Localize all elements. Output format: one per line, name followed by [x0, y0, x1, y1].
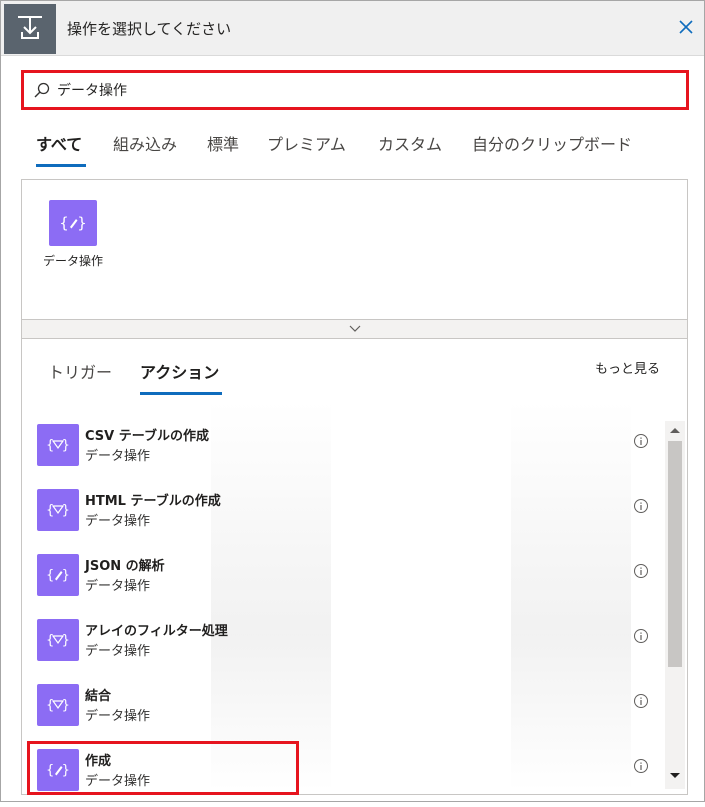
info-icon[interactable]	[633, 628, 649, 644]
data-operation-icon[interactable]: { }	[49, 200, 97, 246]
data-operation-icon: { }	[37, 554, 79, 596]
action-name: HTML テーブルの作成	[85, 494, 221, 509]
action-connector: データ操作	[85, 514, 151, 529]
info-icon[interactable]	[633, 693, 649, 709]
info-icon[interactable]	[633, 498, 649, 514]
search-box	[25, 75, 685, 105]
connector-label[interactable]: データ操作	[43, 252, 103, 269]
search-input[interactable]	[57, 78, 657, 102]
action-name: アレイのフィルター処理	[85, 624, 228, 639]
operation-picker-dialog: 操作を選択してください すべて 組み込み 標準 プレミアム カスタム 自分のクリ…	[0, 0, 705, 802]
flow-step-icon	[4, 4, 56, 54]
svg-text:{ }: { }	[46, 633, 69, 648]
tab-custom[interactable]: カスタム	[378, 131, 442, 155]
data-operation-icon: { }	[37, 619, 79, 661]
svg-text:{ }: { }	[46, 438, 69, 453]
data-operation-icon: { }	[37, 424, 79, 466]
tab-built-in[interactable]: 組み込み	[113, 131, 177, 155]
close-icon[interactable]	[675, 16, 697, 38]
info-icon[interactable]	[633, 758, 649, 774]
svg-text:{ }: { }	[46, 503, 69, 518]
action-item-create-csv-table[interactable]: { } CSV テーブルの作成 データ操作	[33, 424, 653, 482]
action-connector: データ操作	[85, 449, 151, 464]
connectors-panel	[21, 179, 688, 319]
scroll-down-arrow-icon[interactable]	[668, 771, 682, 781]
info-icon[interactable]	[633, 433, 649, 449]
info-icon[interactable]	[633, 563, 649, 579]
action-item-filter-array[interactable]: { } アレイのフィルター処理 データ操作	[33, 619, 653, 677]
subtab-actions[interactable]: アクション	[140, 359, 219, 383]
subtab-triggers[interactable]: トリガー	[48, 359, 112, 383]
see-more-link[interactable]: もっと見る	[595, 358, 660, 377]
active-tab-indicator	[36, 164, 86, 167]
action-item-join[interactable]: { } 結合 データ操作	[33, 684, 653, 742]
tab-standard[interactable]: 標準	[207, 131, 239, 155]
action-item-create-html-table[interactable]: { } HTML テーブルの作成 データ操作	[33, 489, 653, 547]
tab-my-clipboard[interactable]: 自分のクリップボード	[472, 131, 632, 155]
svg-text:{ }: { }	[46, 698, 69, 713]
scroll-up-arrow-icon[interactable]	[668, 425, 682, 435]
chevron-down-icon	[349, 325, 361, 332]
data-operation-icon: { }	[37, 489, 79, 531]
data-operation-icon: { }	[37, 684, 79, 726]
dialog-header: 操作を選択してください	[1, 1, 704, 56]
action-item-parse-json[interactable]: { } JSON の解析 データ操作	[33, 554, 653, 612]
collapse-connectors-bar[interactable]	[21, 319, 688, 339]
search-icon	[33, 81, 51, 99]
compose-highlight-box	[27, 741, 299, 795]
action-name: 結合	[85, 689, 112, 704]
action-connector: データ操作	[85, 579, 151, 594]
action-name: JSON の解析	[85, 559, 165, 574]
action-connector: データ操作	[85, 709, 151, 724]
action-name: CSV テーブルの作成	[85, 429, 209, 444]
tab-premium[interactable]: プレミアム	[267, 131, 346, 155]
action-connector: データ操作	[85, 644, 151, 659]
scrollbar-thumb[interactable]	[668, 441, 682, 667]
active-subtab-indicator	[140, 392, 222, 395]
dialog-title: 操作を選択してください	[67, 20, 232, 38]
tab-all[interactable]: すべて	[36, 131, 82, 155]
